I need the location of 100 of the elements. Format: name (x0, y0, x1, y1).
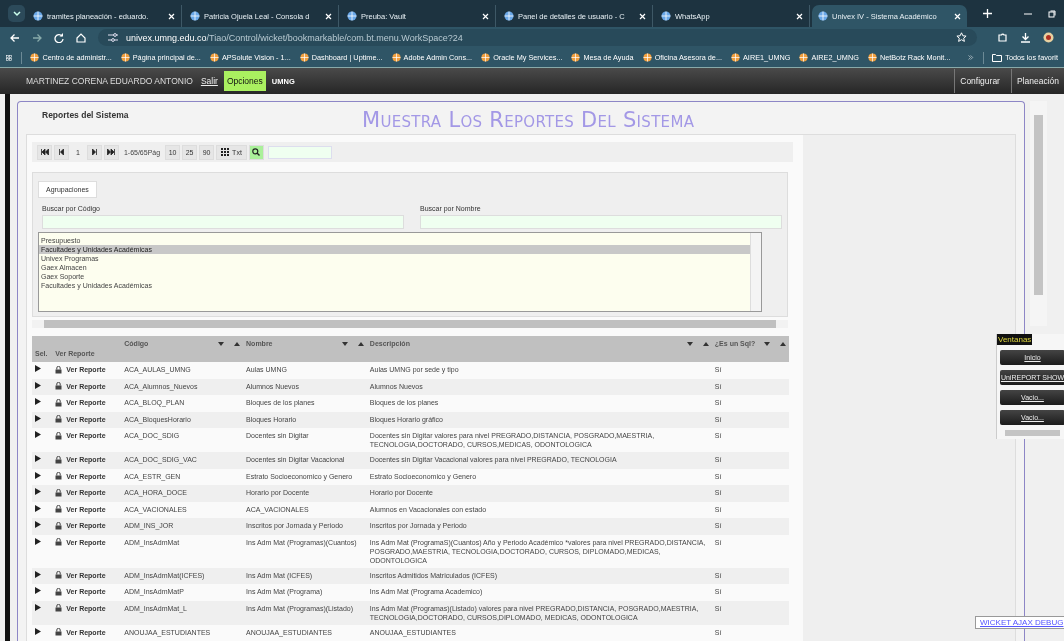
last-page-button[interactable] (103, 144, 119, 160)
globe-icon (33, 11, 43, 21)
horizontal-scrollbar[interactable] (1005, 430, 1060, 436)
address-bar[interactable]: univex.umng.edu.co/Tiao/Control/wicket/bookmarkable/com.bt.menu.WorkSpace?24 (98, 29, 977, 46)
close-icon[interactable] (796, 12, 803, 20)
star-icon[interactable] (956, 32, 967, 43)
expand-arrow-icon[interactable] (35, 521, 41, 528)
code-search-field[interactable] (42, 215, 404, 229)
globe-icon (571, 53, 581, 62)
globe-icon (867, 53, 877, 62)
expand-arrow-icon[interactable] (35, 627, 41, 635)
puzzle-icon[interactable] (997, 32, 1008, 43)
chevron-double-icon[interactable] (968, 53, 974, 62)
section-title: Reportes del Sistema (42, 110, 130, 120)
globe-icon (391, 53, 401, 62)
expand-arrow-icon[interactable] (35, 471, 41, 479)
globe-icon (120, 53, 130, 62)
globe-icon (30, 53, 40, 62)
lock-icon (55, 398, 63, 407)
first-page-button[interactable] (37, 144, 52, 160)
expand-arrow-icon[interactable] (35, 504, 41, 512)
scrollbar[interactable] (750, 233, 761, 311)
close-icon[interactable] (168, 12, 175, 20)
close-icon[interactable] (954, 12, 961, 20)
globe-icon (299, 53, 309, 62)
new-tab-icon[interactable] (983, 9, 992, 18)
back-arrow-icon[interactable] (10, 32, 20, 43)
home-icon[interactable] (76, 32, 86, 43)
globe-icon (209, 53, 219, 62)
options-button[interactable]: Opciones (223, 71, 266, 91)
globe-icon (190, 11, 200, 21)
close-icon[interactable] (639, 12, 646, 20)
globe-icon (818, 11, 828, 21)
close-icon[interactable] (325, 12, 332, 20)
tab-list-button[interactable] (8, 5, 25, 22)
globe-icon (799, 53, 809, 62)
expand-arrow-icon[interactable] (35, 488, 41, 495)
first-page-icon (40, 149, 49, 155)
sort-arrows-icon[interactable] (218, 340, 241, 347)
forward-arrow-icon[interactable] (32, 32, 42, 43)
chevron-down-icon (12, 10, 21, 17)
lock-icon (55, 538, 63, 546)
expand-arrow-icon[interactable] (35, 381, 41, 389)
lock-icon (55, 415, 63, 423)
lock-icon (55, 628, 63, 636)
lock-icon (55, 382, 63, 390)
expand-arrow-icon[interactable] (35, 537, 41, 545)
search-field[interactable] (267, 145, 332, 159)
lock-icon (55, 455, 63, 464)
name-search-field[interactable] (420, 215, 782, 229)
sort-arrows-icon[interactable] (686, 340, 709, 347)
download-icon[interactable] (1020, 32, 1031, 43)
lock-icon (55, 365, 63, 374)
debug-link[interactable]: WICKET AJAX DEBUG (975, 616, 1064, 629)
search-button[interactable] (248, 144, 264, 160)
apps-grid-icon[interactable] (6, 52, 12, 63)
reload-icon[interactable] (54, 32, 64, 43)
windows-title: Ventanas (997, 334, 1033, 345)
lock-icon (55, 571, 63, 579)
expand-arrow-icon[interactable] (35, 587, 41, 594)
previous-page-button[interactable] (54, 144, 69, 160)
horizontal-scrollbar[interactable] (32, 320, 788, 328)
expand-arrow-icon[interactable] (35, 455, 41, 462)
lock-icon (55, 505, 63, 513)
expand-arrow-icon[interactable] (35, 414, 41, 422)
menu-item[interactable]: Configurar (954, 69, 1005, 93)
next-page-button[interactable] (86, 144, 102, 160)
globe-icon (504, 11, 514, 21)
expand-arrow-icon[interactable] (35, 431, 41, 438)
minimize-icon[interactable] (1024, 10, 1032, 18)
site-settings-icon[interactable] (108, 33, 118, 42)
sort-arrows-icon[interactable] (764, 340, 786, 347)
menu-item[interactable]: Planeación (1010, 69, 1064, 93)
globe-icon (642, 53, 652, 62)
avatar-icon[interactable] (1043, 32, 1054, 43)
next-page-icon (91, 149, 97, 155)
expand-arrow-icon[interactable] (35, 365, 41, 372)
restore-icon[interactable] (1048, 10, 1056, 18)
grid-icon (221, 148, 230, 156)
expand-arrow-icon[interactable] (35, 398, 41, 405)
lock-icon (55, 488, 63, 497)
globe-icon (481, 53, 491, 62)
lock-icon (55, 587, 63, 596)
sort-arrows-icon[interactable] (341, 340, 364, 347)
expand-arrow-icon[interactable] (35, 570, 41, 578)
page-heading: Muestra Los Reportes Del Sistema (362, 108, 695, 132)
globe-icon (347, 11, 357, 21)
vertical-scrollbar[interactable] (1030, 101, 1047, 326)
lock-icon (55, 604, 63, 612)
lock-icon (55, 521, 63, 530)
globe-icon (661, 11, 671, 21)
last-page-icon (107, 149, 116, 155)
search-icon (252, 148, 261, 156)
user-name: MARTINEZ CORENA EDUARDO ANTONIO (26, 76, 193, 86)
expand-arrow-icon[interactable] (35, 603, 41, 611)
logout-link[interactable]: Salir (200, 76, 218, 86)
lock-icon (55, 431, 63, 440)
close-icon[interactable] (482, 12, 489, 20)
lock-icon (55, 472, 63, 480)
folder-icon (992, 53, 1003, 62)
